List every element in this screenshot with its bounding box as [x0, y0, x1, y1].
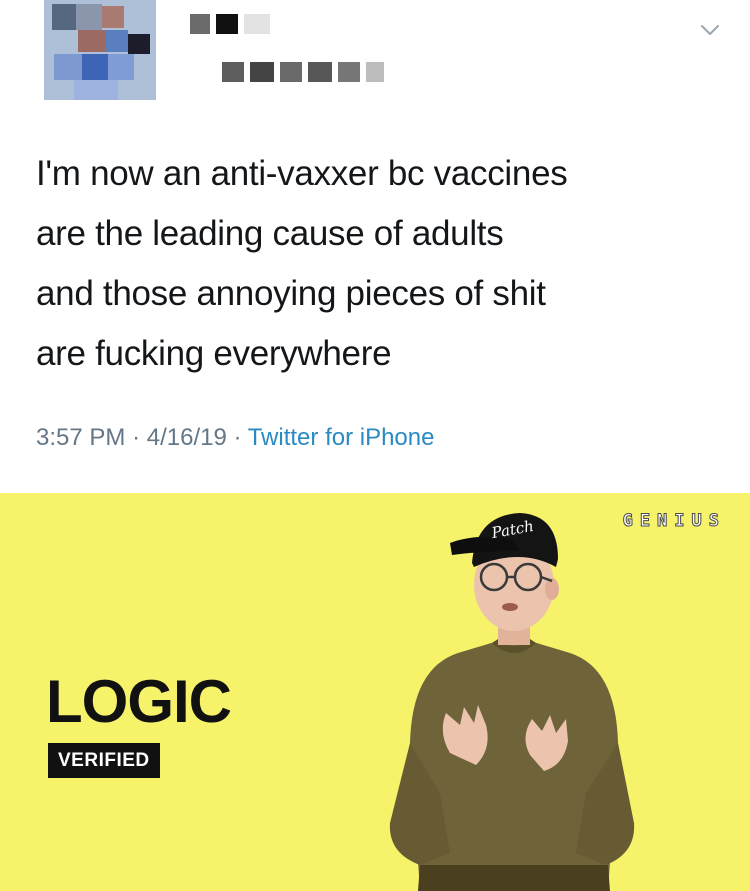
tweet-line: I'm now an anti-vaxxer bc vaccines: [36, 154, 568, 193]
tweet-line: and those annoying pieces of shit: [36, 274, 546, 313]
tweet-text: I'm now an anti-vaxxer bc vaccines are t…: [36, 144, 726, 384]
person-illustration: Patch: [389, 513, 635, 891]
tweet-source-link[interactable]: Twitter for iPhone: [248, 424, 435, 451]
separator: ·: [233, 424, 242, 451]
tweet-time[interactable]: 3:57 PM: [36, 424, 125, 451]
tweet-card: I'm now an anti-vaxxer bc vaccines are t…: [0, 0, 750, 493]
tweet-metadata: 3:57 PM · 4/16/19 · Twitter for iPhone: [36, 424, 434, 452]
genius-verified-frame: GENIUS LOGIC VERIFIED Patch: [0, 493, 750, 891]
verified-badge: VERIFIED: [48, 743, 160, 778]
username-redacted[interactable]: [222, 62, 390, 82]
avatar[interactable]: [44, 0, 156, 100]
chevron-down-icon[interactable]: [698, 18, 722, 42]
tweet-line: are fucking everywhere: [36, 334, 392, 373]
tweet-date[interactable]: 4/16/19: [147, 424, 227, 451]
separator: ·: [132, 424, 141, 451]
tweet-line: are the leading cause of adults: [36, 214, 504, 253]
artist-name: LOGIC: [46, 668, 232, 735]
display-name-redacted[interactable]: [190, 14, 276, 34]
